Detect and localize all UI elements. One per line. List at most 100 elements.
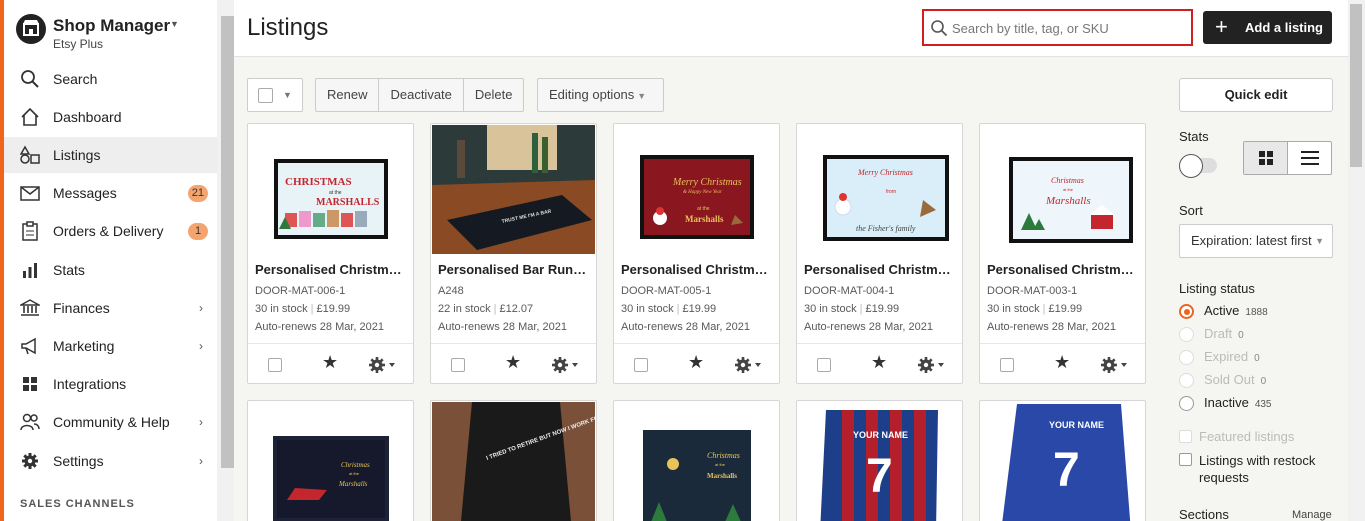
listing-card[interactable]: TRUST ME I'M A BAR Personalised Bar Runn… <box>430 123 597 384</box>
listing-sku: A248 <box>438 285 464 297</box>
gear-icon[interactable] <box>1100 354 1136 376</box>
listing-image[interactable]: Christmas at the Marshalls <box>981 125 1144 254</box>
featured-checkbox[interactable] <box>1179 430 1192 443</box>
star-icon[interactable]: ★ <box>1054 352 1070 373</box>
listing-image[interactable]: CHRISTMAS at the MARSHALLS <box>249 125 412 254</box>
list-view-button[interactable] <box>1288 142 1332 174</box>
status-radio[interactable] <box>1179 327 1194 342</box>
listing-card[interactable]: Merry Christmas & Happy New Year at the … <box>613 123 780 384</box>
select-all-dropdown[interactable]: ▼ <box>247 78 303 112</box>
sidebar-item-finances[interactable]: Finances › <box>4 290 217 326</box>
restock-checkbox[interactable] <box>1179 453 1192 466</box>
listing-renew: Auto-renews 28 Mar, 2021 <box>438 321 568 333</box>
mat-name-text: the Fisher's family <box>856 224 916 233</box>
listing-checkbox[interactable] <box>268 358 282 372</box>
listing-sku: DOOR-MAT-004-1 <box>804 285 895 297</box>
sidebar-item-orders[interactable]: Orders & Delivery 1 <box>4 213 217 249</box>
grid-view-button[interactable] <box>1244 142 1288 174</box>
towel-name-text: YOUR NAME <box>853 430 908 440</box>
listing-card[interactable]: Merry Christmas from the Fisher's family… <box>796 123 963 384</box>
manage-sections-link[interactable]: Manage <box>1292 509 1332 521</box>
listing-card[interactable]: I TRIED TO RETIRE BUT NOW I WORK FOR MY … <box>430 400 597 521</box>
listing-price: £19.99 <box>865 303 900 315</box>
mat-title-text: Merry Christmas <box>672 177 742 188</box>
sidebar-scrollbar-thumb[interactable] <box>221 16 234 468</box>
listing-stock: 22 in stock <box>438 303 491 315</box>
search-input[interactable] <box>952 15 1186 41</box>
page-scrollbar[interactable] <box>1348 0 1365 521</box>
listing-image[interactable]: Christmas at the Marshalls <box>249 402 412 521</box>
listing-card[interactable]: Christmas at the Marshalls <box>247 400 414 521</box>
quick-edit-button[interactable]: Quick edit <box>1179 78 1333 112</box>
listing-image[interactable]: Merry Christmas & Happy New Year at the … <box>615 125 778 254</box>
listing-title[interactable]: Personalised Christmas Door Mat <box>621 262 771 277</box>
status-label: Active 1888 <box>1204 303 1268 318</box>
listing-checkbox[interactable] <box>634 358 648 372</box>
status-radio[interactable] <box>1179 304 1194 319</box>
listing-image[interactable]: Christmas at the Marshalls <box>615 402 778 521</box>
sidebar-item-messages[interactable]: Messages 21 <box>4 175 217 211</box>
star-icon[interactable]: ★ <box>871 352 887 373</box>
status-radio[interactable] <box>1179 373 1194 388</box>
select-all-checkbox[interactable] <box>258 88 273 103</box>
sidebar-item-dashboard[interactable]: Dashboard <box>4 99 217 135</box>
listing-sku: DOOR-MAT-003-1 <box>987 285 1078 297</box>
listing-stock: 30 in stock <box>804 303 857 315</box>
sidebar-item-listings[interactable]: Listings <box>4 137 217 173</box>
listing-image[interactable]: YOUR NAME 7 <box>981 402 1144 521</box>
sort-select[interactable]: Expiration: latest first ▼ <box>1179 224 1333 258</box>
listing-title[interactable]: Personalised Christmas Door Mat <box>987 262 1137 277</box>
add-listing-button[interactable]: + Add a listing <box>1203 11 1332 44</box>
renew-button[interactable]: Renew <box>316 79 380 111</box>
listing-stock: 30 in stock <box>255 303 308 315</box>
listing-title[interactable]: Personalised Christmas Door Mat <box>255 262 405 277</box>
sidebar-item-marketing[interactable]: Marketing › <box>4 328 217 364</box>
listing-image[interactable]: YOUR NAME 7 <box>798 402 961 521</box>
listing-card[interactable]: YOUR NAME 7 <box>796 400 963 521</box>
gear-icon[interactable] <box>551 354 587 376</box>
sidebar-item-integrations[interactable]: Integrations <box>4 366 217 402</box>
gear-icon[interactable] <box>917 354 953 376</box>
status-radio[interactable] <box>1179 396 1194 411</box>
listings-icon <box>20 145 40 164</box>
delete-button[interactable]: Delete <box>464 79 524 111</box>
listing-stock-price: 30 in stock | £19.99 <box>255 303 351 315</box>
status-label: Draft 0 <box>1204 326 1244 341</box>
listing-image[interactable]: I TRIED TO RETIRE BUT NOW I WORK FOR MY … <box>432 402 595 521</box>
star-icon[interactable]: ★ <box>322 352 338 373</box>
listing-checkbox[interactable] <box>817 358 831 372</box>
sidebar-item-community[interactable]: Community & Help › <box>4 404 217 440</box>
listing-title[interactable]: Personalised Christmas Door Mat <box>804 262 954 277</box>
listing-card[interactable]: Christmas at the Marshalls Personalised … <box>979 123 1146 384</box>
stats-toggle[interactable] <box>1179 154 1219 178</box>
listing-checkbox[interactable] <box>1000 358 1014 372</box>
search-box[interactable] <box>922 9 1193 46</box>
gear-icon[interactable] <box>734 354 770 376</box>
listing-card[interactable]: YOUR NAME 7 <box>979 400 1146 521</box>
editing-options-dropdown[interactable]: Editing options ▼ <box>537 78 664 112</box>
deactivate-button[interactable]: Deactivate <box>379 79 464 111</box>
chevron-down-icon: ▼ <box>170 19 179 29</box>
listing-checkbox[interactable] <box>451 358 465 372</box>
status-radio[interactable] <box>1179 350 1194 365</box>
page-scrollbar-thumb[interactable] <box>1350 4 1362 167</box>
sidebar-item-search[interactable]: Search <box>4 61 217 97</box>
listing-title[interactable]: Personalised Bar Runner <box>438 262 588 277</box>
listing-image[interactable]: TRUST ME I'M A BAR <box>432 125 595 254</box>
listing-image[interactable]: Merry Christmas from the Fisher's family <box>798 125 961 254</box>
sidebar-item-label: Search <box>53 71 98 87</box>
chevron-right-icon: › <box>199 415 203 429</box>
editing-options-label: Editing options <box>549 87 635 102</box>
star-icon[interactable]: ★ <box>505 352 521 373</box>
listing-card[interactable]: Christmas at the Marshalls <box>613 400 780 521</box>
sections-label: Sections <box>1179 507 1229 521</box>
sidebar-item-label: Stats <box>53 262 85 278</box>
listing-card[interactable]: CHRISTMAS at the MARSHALLS Personalised … <box>247 123 414 384</box>
card-actions: ★ <box>248 343 413 383</box>
gear-icon[interactable] <box>368 354 404 376</box>
star-icon[interactable]: ★ <box>688 352 704 373</box>
sidebar-item-label: Integrations <box>53 376 127 392</box>
grid-view-icon <box>1259 151 1273 165</box>
sidebar-item-settings[interactable]: Settings › <box>4 443 217 479</box>
sidebar-item-stats[interactable]: Stats <box>4 252 217 288</box>
